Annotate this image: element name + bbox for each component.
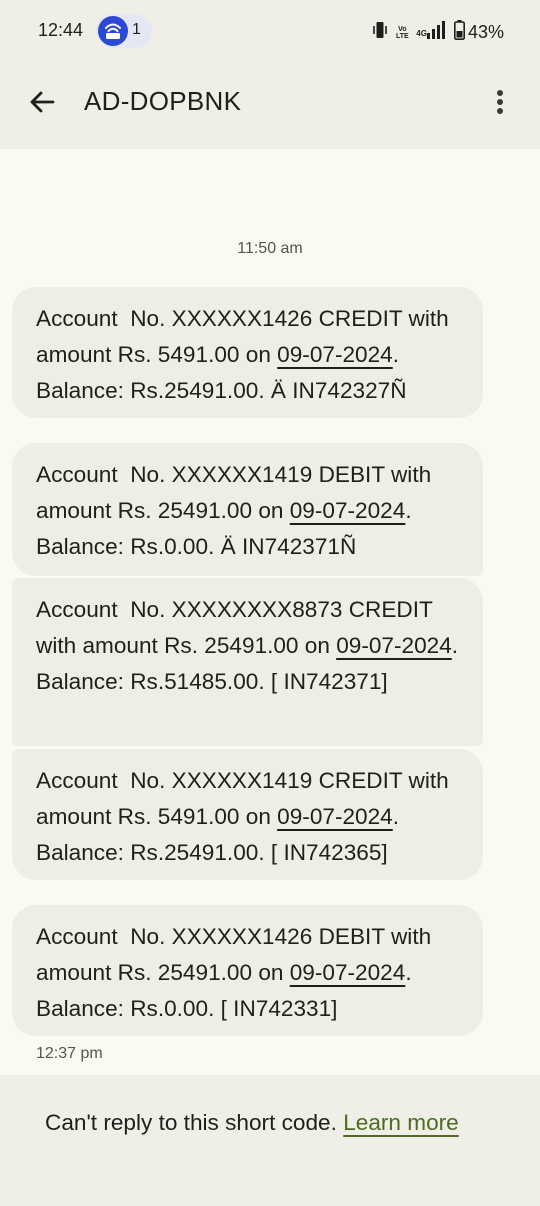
network-type-label: 4G — [416, 29, 427, 38]
top-area: 12:44 1 Vo LTE 4G 43% AD-DOPBNK — [0, 0, 540, 149]
footer-message: Can't reply to this short code. Learn mo… — [45, 1105, 505, 1141]
hotspot-icon — [98, 16, 128, 46]
status-icons: Vo LTE 4G 43% — [372, 20, 504, 45]
battery-icon — [453, 20, 465, 45]
signal-icon — [426, 21, 447, 44]
message-bubble[interactable]: Account No. XXXXXX1419 CREDIT with amoun… — [12, 749, 483, 880]
message-bubble[interactable]: Account No. XXXXXX1426 DEBIT with amount… — [12, 905, 483, 1036]
battery-percent: 43% — [467, 22, 504, 42]
message-bubble[interactable]: Account No. XXXXXXXX8873 CREDIT with amo… — [12, 578, 483, 746]
conversation-title: AD-DOPBNK — [84, 86, 242, 116]
message-bubble[interactable]: Account No. XXXXXX1426 CREDIT with amoun… — [12, 287, 483, 418]
status-time: 12:44 — [38, 20, 84, 40]
footer-text: Can't reply to this short code. — [45, 1110, 344, 1135]
more-options-button[interactable] — [486, 82, 514, 122]
notification-chip[interactable]: 1 — [96, 14, 152, 48]
date-link[interactable]: 09-07-2024 — [290, 960, 406, 985]
date-link[interactable]: 09-07-2024 — [336, 633, 452, 658]
signal-group: 4G — [416, 21, 447, 44]
notification-count: 1 — [132, 21, 141, 38]
message-bubble[interactable]: Account No. XXXXXX1419 DEBIT with amount… — [12, 443, 483, 576]
timestamp-top: 11:50 am — [237, 240, 303, 257]
reply-disabled-footer: Can't reply to this short code. Learn mo… — [0, 1075, 540, 1206]
volte-label: Vo LTE — [395, 25, 409, 40]
date-link[interactable]: 09-07-2024 — [290, 498, 406, 523]
status-bar: 12:44 1 Vo LTE 4G 43% — [0, 0, 540, 62]
vibrate-icon — [372, 21, 388, 44]
date-link[interactable]: 09-07-2024 — [277, 342, 393, 367]
date-link[interactable]: 09-07-2024 — [277, 804, 393, 829]
back-button[interactable] — [22, 82, 62, 122]
app-bar: AD-DOPBNK — [0, 62, 540, 149]
learn-more-link[interactable]: Learn more — [343, 1110, 459, 1135]
more-vertical-icon — [497, 90, 503, 114]
timestamp-bottom: 12:37 pm — [36, 1045, 103, 1062]
arrow-left-icon — [30, 91, 55, 113]
